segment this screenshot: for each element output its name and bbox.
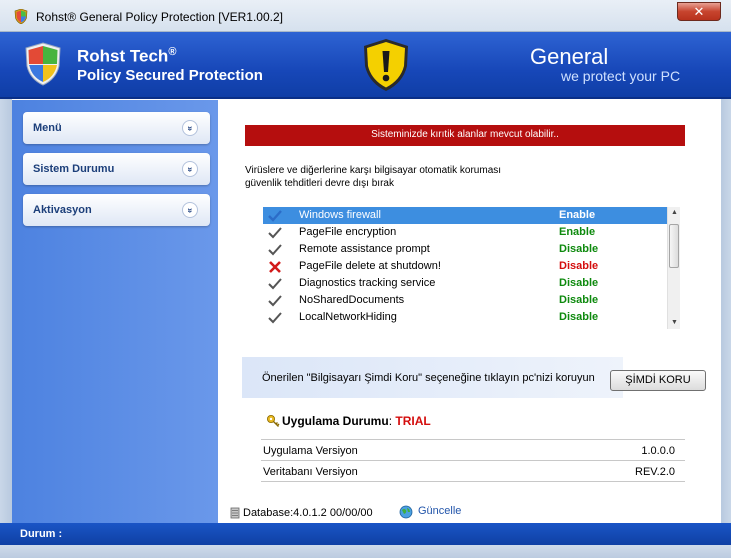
chevron-glyph: »: [185, 207, 196, 213]
list-item[interactable]: PageFile delete at shutdown! Disable: [263, 258, 668, 275]
list-item[interactable]: Windows firewall Enable: [263, 207, 668, 224]
setting-name: Remote assistance prompt: [299, 243, 430, 255]
info-key: Veritabanı Versiyon: [263, 466, 358, 478]
sidebar-item-label: Menü: [33, 122, 62, 134]
app-status: Uygulama Durumu: TRIAL: [282, 414, 431, 428]
chevron-glyph: »: [185, 125, 196, 131]
list-item[interactable]: Diagnostics tracking service Disable: [263, 275, 668, 292]
brand-name: Rohst Tech®: [77, 46, 176, 67]
brand-name-text: Rohst Tech: [77, 46, 169, 66]
info-row-app-version: Uygulama Versiyon 1.0.0.0: [261, 439, 685, 460]
list-item[interactable]: PageFile encryption Enable: [263, 224, 668, 241]
setting-status: Disable: [559, 277, 599, 289]
setting-name: Windows firewall: [299, 209, 381, 221]
chevron-glyph: »: [185, 166, 196, 172]
setting-status: Disable: [559, 260, 599, 272]
warning-shield-icon: [364, 39, 408, 91]
window-left-border: [0, 32, 12, 523]
window-right-border: [721, 99, 731, 523]
sidebar-item-label: Aktivasyon: [33, 204, 92, 216]
setting-status: Disable: [559, 311, 599, 323]
setting-name: PageFile delete at shutdown!: [299, 260, 441, 272]
sidebar-item-activation[interactable]: Aktivasyon »: [23, 194, 210, 226]
check-icon: [268, 244, 282, 256]
app-shield-icon: [14, 9, 28, 24]
info-divider: [261, 481, 685, 482]
sidebar-item-label: Sistem Durumu: [33, 163, 115, 175]
key-icon: [267, 415, 280, 427]
banner-tagline: we protect your PC: [561, 68, 681, 84]
window-title: Rohst® General Policy Protection [VER1.0…: [36, 10, 283, 24]
setting-name: Diagnostics tracking service: [299, 277, 436, 289]
check-icon: [268, 328, 282, 329]
recommendation-text: Önerilen "Bilgisayarı Şimdi Koru" seçene…: [262, 372, 595, 384]
sidebar-item-system-status[interactable]: Sistem Durumu »: [23, 153, 210, 185]
description-line: Virüslere ve diğerlerine karşı bilgisaya…: [245, 165, 502, 176]
check-icon: [268, 227, 282, 239]
check-icon: [268, 295, 282, 307]
check-icon: [268, 210, 282, 222]
header-banner: Rohst Tech® Policy Secured Protection Ge…: [0, 32, 731, 99]
list-item[interactable]: Remote assistance prompt Disable: [263, 241, 668, 258]
protect-now-button[interactable]: ŞİMDİ KORU: [610, 370, 706, 391]
close-button[interactable]: ✕: [677, 2, 721, 21]
database-icon: [230, 507, 240, 519]
registered-mark: ®: [168, 46, 177, 58]
list-item-partial: [263, 326, 668, 329]
info-value: REV.2.0: [635, 466, 675, 478]
chevron-down-icon[interactable]: »: [182, 120, 198, 136]
sidebar: Menü » Sistem Durumu » Aktivasyon »: [12, 100, 218, 523]
scroll-up-arrow-icon[interactable]: ▲: [668, 207, 680, 219]
status-label: Durum :: [20, 528, 63, 540]
check-icon: [268, 278, 282, 290]
description-line: güvenlik tehditleri devre dışı bırak: [245, 178, 394, 189]
setting-status: Enable: [559, 226, 596, 238]
app-status-label: Uygulama Durumu: [282, 414, 389, 428]
cross-icon: [269, 261, 281, 273]
status-bar: Durum :: [0, 523, 731, 545]
setting-name: PageFile encryption: [299, 226, 397, 238]
database-version: Database:4.0.1.2 00/00/00: [243, 507, 373, 519]
list-item[interactable]: LocalNetworkHiding Disable: [263, 309, 668, 326]
critical-alert-bar: Sisteminizde kırıtik alanlar mevcut olab…: [245, 125, 685, 146]
security-settings-list[interactable]: Windows firewall Enable PageFile encrypt…: [263, 207, 680, 329]
update-link[interactable]: Güncelle: [418, 505, 461, 517]
chevron-down-icon[interactable]: »: [182, 161, 198, 177]
brand-subtitle: Policy Secured Protection: [77, 67, 263, 84]
scroll-down-arrow-icon[interactable]: ▼: [668, 317, 680, 329]
banner-general-title: General: [530, 44, 609, 69]
globe-update-icon[interactable]: [399, 505, 413, 519]
setting-status: Disable: [559, 294, 599, 306]
setting-name: NoSharedDocuments: [299, 294, 405, 306]
chevron-down-icon[interactable]: »: [182, 202, 198, 218]
window-bottom-border: [0, 545, 731, 558]
setting-status: Disable: [559, 243, 599, 255]
main-panel: Sisteminizde kırıtik alanlar mevcut olab…: [218, 100, 721, 523]
info-key: Uygulama Versiyon: [263, 445, 358, 457]
app-status-value: TRIAL: [395, 414, 431, 428]
scroll-thumb[interactable]: [669, 224, 679, 268]
title-bar[interactable]: Rohst® General Policy Protection [VER1.0…: [0, 0, 731, 32]
check-icon: [268, 312, 282, 324]
setting-name: LocalNetworkHiding: [299, 311, 397, 323]
close-icon: ✕: [693, 4, 705, 19]
sidebar-item-menu[interactable]: Menü »: [23, 112, 210, 144]
list-item[interactable]: NoSharedDocuments Disable: [263, 292, 668, 309]
info-row-db-version: Veritabanı Versiyon REV.2.0: [261, 460, 685, 481]
shield-logo-icon: [25, 42, 61, 86]
protection-description: Virüslere ve diğerlerine karşı bilgisaya…: [245, 164, 545, 190]
info-value: 1.0.0.0: [641, 445, 675, 457]
list-scrollbar[interactable]: ▲ ▼: [667, 207, 680, 329]
alert-text: Sisteminizde kırıtik alanlar mevcut olab…: [371, 129, 559, 140]
setting-status: Enable: [559, 209, 596, 221]
recommendation-panel: Önerilen "Bilgisayarı Şimdi Koru" seçene…: [242, 357, 623, 398]
